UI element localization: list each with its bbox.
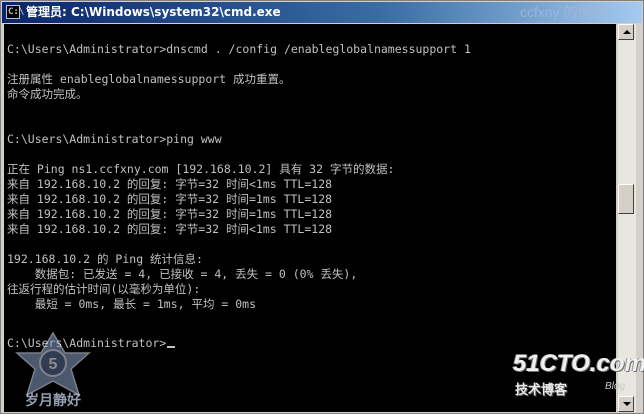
console-line: 命令成功完成。	[7, 87, 88, 101]
site-blog-label: Blog	[605, 381, 626, 392]
scrollbar-thumb[interactable]	[618, 184, 634, 214]
console-line: 来自 192.168.10.2 的回复: 字节=32 时间=1ms TTL=12…	[7, 192, 333, 206]
svg-text:5: 5	[49, 356, 58, 373]
scroll-up-button[interactable]	[618, 24, 634, 40]
cmd-icon-label: C:\	[8, 7, 25, 17]
cmd-icon[interactable]: C:\	[6, 5, 24, 19]
console-line: 来自 192.168.10.2 的回复: 字节=32 时间<1ms TTL=12…	[7, 177, 333, 191]
blog-watermark-top: ccfxny 的博客	[520, 4, 606, 20]
console-line: 正在 Ping ns1.ccfxny.com [192.168.10.2] 具有…	[7, 162, 395, 176]
console-line: 数据包: 已发送 = 4, 已接收 = 4, 丢失 = 0 (0% 丢失),	[7, 267, 358, 281]
title-bar[interactable]: C:\ 管理员: C:\Windows\system32\cmd.exe ccf…	[2, 2, 642, 23]
console-line: C:\Users\Administrator>ping www	[7, 132, 222, 146]
console-line: 注册属性 enableglobalnamessupport 成功重置。	[7, 72, 291, 86]
site-subtitle: 技术博客	[515, 383, 568, 398]
badge-text: 岁月静好	[25, 392, 81, 409]
site-watermark: 51CTO.com 技术博客 Blog	[513, 350, 644, 413]
console-line: 最短 = 0ms, 最长 = 1ms, 平均 = 0ms	[7, 297, 257, 311]
console-line: 往返行程的估计时间(以毫秒为单位):	[7, 282, 201, 296]
window-title: 管理员: C:\Windows\system32\cmd.exe	[26, 5, 281, 19]
text-cursor	[167, 346, 176, 348]
console-line: 来自 192.168.10.2 的回复: 字节=32 时间<1ms TTL=12…	[7, 222, 333, 236]
console-line: 192.168.10.2 的 Ping 统计信息:	[7, 252, 203, 266]
arrow-up-icon	[623, 30, 631, 34]
cmd-window: C:\ 管理员: C:\Windows\system32\cmd.exe ccf…	[0, 0, 644, 414]
site-logo: 51CTO.com	[513, 350, 644, 377]
badge-watermark: 5 岁月静好	[15, 331, 91, 409]
console-line: C:\Users\Administrator>dnscmd . /config …	[7, 42, 471, 56]
console-line: 来自 192.168.10.2 的回复: 字节=32 时间=1ms TTL=12…	[7, 207, 333, 221]
